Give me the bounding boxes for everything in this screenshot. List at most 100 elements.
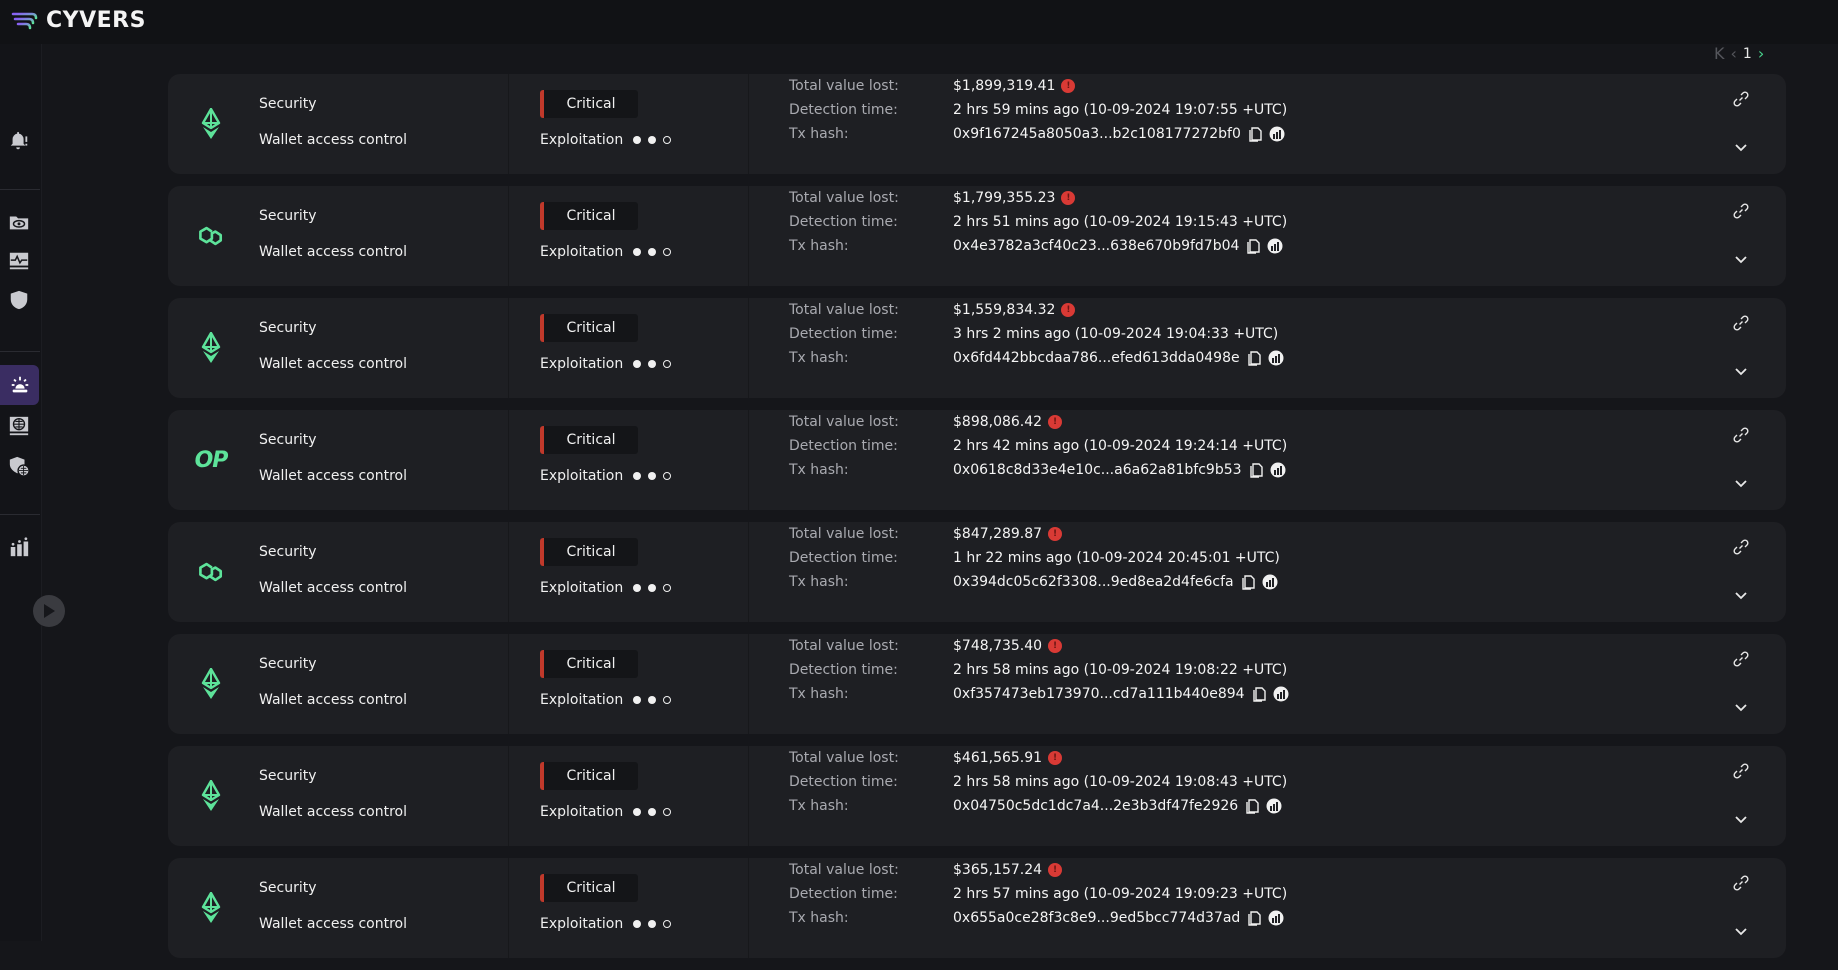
explorer-icon[interactable] xyxy=(1266,798,1282,814)
alert-subcategory: Wallet access control xyxy=(259,916,408,932)
sidebar-expand-button[interactable] xyxy=(33,595,65,627)
alert-card-1[interactable]: Security Wallet access control Critical … xyxy=(168,74,1786,174)
link-icon[interactable] xyxy=(1732,90,1750,108)
app-name: CYVERS xyxy=(46,8,146,33)
alert-card-7[interactable]: Security Wallet access control Critical … xyxy=(168,746,1786,846)
alert-card-2[interactable]: Security Wallet access control Critical … xyxy=(168,186,1786,286)
stage-progress xyxy=(633,472,672,480)
chevron-down-icon[interactable] xyxy=(1732,474,1750,492)
tx-hash-value[interactable]: 0x394dc05c62f3308...9ed8ea2d4fe6cfa xyxy=(953,574,1234,590)
chevron-down-icon[interactable] xyxy=(1732,586,1750,604)
detection-time: 2 hrs 42 mins ago (10-09-2024 19:24:14 +… xyxy=(953,438,1288,454)
sidebar-item-web-monitor[interactable] xyxy=(4,411,34,441)
sidebar-item-security[interactable] xyxy=(4,285,34,315)
sidebar-item-web-security[interactable] xyxy=(4,451,34,481)
chevron-down-icon[interactable] xyxy=(1732,250,1750,268)
chevron-down-icon[interactable] xyxy=(1732,922,1750,940)
detection-time-label: Detection time: xyxy=(789,774,898,790)
alert-subcategory: Wallet access control xyxy=(259,244,408,260)
explorer-icon[interactable] xyxy=(1268,910,1284,926)
tx-hash-value[interactable]: 0x4e3782a3cf40c23...638e670b9fd7b04 xyxy=(953,238,1239,254)
detection-time-label: Detection time: xyxy=(789,886,898,902)
link-icon[interactable] xyxy=(1732,762,1750,780)
alert-card-6[interactable]: Security Wallet access control Critical … xyxy=(168,634,1786,734)
sidebar-item-alerts[interactable] xyxy=(4,126,34,156)
alert-card-8[interactable]: Security Wallet access control Critical … xyxy=(168,858,1786,958)
next-page-button[interactable]: › xyxy=(1758,44,1764,63)
detection-time-label: Detection time: xyxy=(789,214,898,230)
chevron-down-icon[interactable] xyxy=(1732,698,1750,716)
stage-dot-filled xyxy=(648,360,657,368)
link-icon[interactable] xyxy=(1732,874,1750,892)
explorer-icon[interactable] xyxy=(1262,574,1278,590)
detection-time-label: Detection time: xyxy=(789,550,898,566)
value-amount: $748,735.40 xyxy=(953,638,1043,654)
ethereum-icon xyxy=(201,892,221,923)
copy-icon[interactable] xyxy=(1247,126,1263,142)
first-page-button[interactable]: K xyxy=(1714,44,1725,63)
sidebar-item-monitoring[interactable] xyxy=(4,246,34,276)
link-icon[interactable] xyxy=(1732,314,1750,332)
link-icon[interactable] xyxy=(1732,650,1750,668)
alert-card-5[interactable]: Security Wallet access control Critical … xyxy=(168,522,1786,622)
divider xyxy=(748,522,749,622)
sidebar xyxy=(0,44,42,941)
tx-hash-value[interactable]: 0x9f167245a8050a3...b2c108177272bf0 xyxy=(953,126,1241,142)
chevron-down-icon[interactable] xyxy=(1732,138,1750,156)
attack-stage: Exploitation xyxy=(540,916,672,932)
link-icon[interactable] xyxy=(1732,426,1750,444)
stage-dot-filled xyxy=(648,808,657,816)
stage-label: Exploitation xyxy=(540,356,624,372)
explorer-icon[interactable] xyxy=(1270,462,1286,478)
alert-card-4[interactable]: OP Security Wallet access control Critic… xyxy=(168,410,1786,510)
alert-card-3[interactable]: Security Wallet access control Critical … xyxy=(168,298,1786,398)
divider xyxy=(748,858,749,958)
alert-category: Security xyxy=(259,880,317,896)
explorer-icon[interactable] xyxy=(1269,126,1285,142)
stage-dot-empty xyxy=(663,696,672,704)
stage-dot-filled xyxy=(648,136,657,144)
explorer-icon[interactable] xyxy=(1273,686,1289,702)
tx-hash-value[interactable]: 0x655a0ce28f3c8e9...9ed5bcc774d37ad xyxy=(953,910,1240,926)
top-bar: CYVERS xyxy=(0,0,1838,44)
explorer-icon[interactable] xyxy=(1268,350,1284,366)
stage-progress xyxy=(633,696,672,704)
chevron-down-icon[interactable] xyxy=(1732,362,1750,380)
tx-hash-label: Tx hash: xyxy=(789,462,849,478)
tx-hash-value[interactable]: 0xf357473eb173970...cd7a111b440e894 xyxy=(953,686,1245,702)
stage-dot-filled xyxy=(633,808,642,816)
ethereum-chain-icon xyxy=(194,331,228,365)
alert-badge-icon: ! xyxy=(1048,527,1063,541)
link-icon[interactable] xyxy=(1732,538,1750,556)
stage-label: Exploitation xyxy=(540,468,624,484)
sidebar-item-leaderboard[interactable] xyxy=(4,532,34,562)
copy-icon[interactable] xyxy=(1244,798,1260,814)
copy-icon[interactable] xyxy=(1246,910,1262,926)
alert-badge-icon: ! xyxy=(1048,639,1063,653)
tx-hash-value[interactable]: 0x6fd442bbcdaa786...efed613dda0498e xyxy=(953,350,1240,366)
copy-icon[interactable] xyxy=(1245,238,1261,254)
chevron-down-icon[interactable] xyxy=(1732,810,1750,828)
logo[interactable]: CYVERS xyxy=(10,8,146,33)
copy-icon[interactable] xyxy=(1251,686,1267,702)
severity-badge: Critical xyxy=(540,874,638,902)
prev-page-button[interactable]: ‹ xyxy=(1731,44,1737,63)
shield-globe-icon xyxy=(9,456,30,477)
link-icon[interactable] xyxy=(1732,202,1750,220)
alert-category: Security xyxy=(259,320,317,336)
stage-dot-filled xyxy=(648,696,657,704)
copy-icon[interactable] xyxy=(1240,574,1256,590)
copy-icon[interactable] xyxy=(1246,350,1262,366)
sidebar-item-incidents[interactable] xyxy=(0,365,39,405)
tx-hash-value[interactable]: 0x0618c8d33e4e10c...a6a62a81bfc9b53 xyxy=(953,462,1242,478)
stage-dot-empty xyxy=(663,808,672,816)
copy-icon[interactable] xyxy=(1248,462,1264,478)
tx-hash-value[interactable]: 0x04750c5dc1dc7a4...2e3b3df47fe2926 xyxy=(953,798,1238,814)
attack-stage: Exploitation xyxy=(540,580,672,596)
polygon-icon xyxy=(199,562,223,582)
severity-badge: Critical xyxy=(540,90,638,118)
stage-dot-empty xyxy=(663,472,672,480)
sidebar-item-watchlist[interactable] xyxy=(4,207,34,237)
explorer-icon[interactable] xyxy=(1267,238,1283,254)
total-value-lost: $461,565.91 ! xyxy=(953,750,1063,766)
